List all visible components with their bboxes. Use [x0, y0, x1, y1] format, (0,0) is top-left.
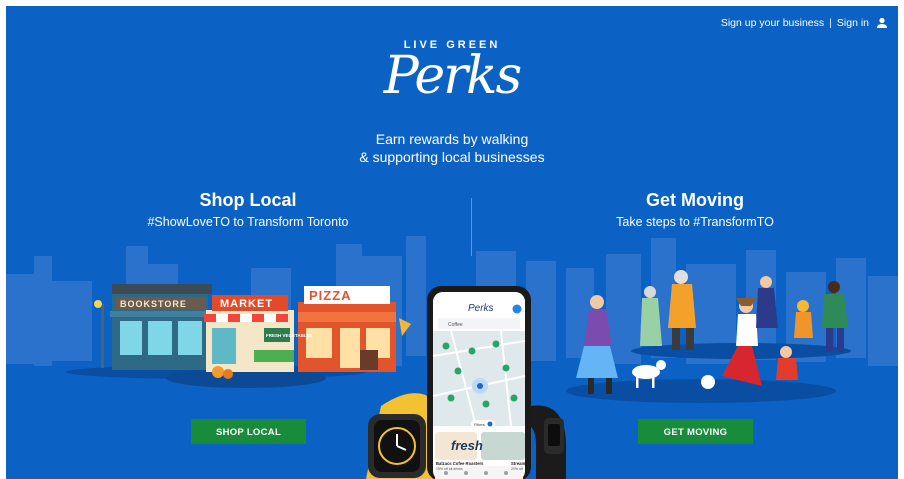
phone-card2-sub: 20% off: [511, 467, 523, 471]
get-moving-title: Get Moving: [646, 190, 744, 210]
phone-filter-chip: Filters: [474, 422, 485, 427]
signin-link[interactable]: Sign in: [837, 17, 869, 29]
fresh-sign: FRESH VEGETABLES: [266, 333, 313, 338]
market-sign: MARKET: [220, 298, 273, 310]
shop-local-title: Shop Local: [199, 190, 297, 210]
user-icon[interactable]: [876, 17, 888, 29]
phone-card2-title: Stream: [511, 461, 525, 466]
get-moving-subtitle: Take steps to #TransformTO: [616, 215, 774, 229]
brand-perks-logo: Perks: [383, 46, 522, 106]
phone-card1-sub: 15% off all drinks: [436, 467, 463, 471]
phone-search-text: Coffee: [448, 322, 463, 328]
hero-banner: BOOKSTORE MARKET PIZZA FRESH VEGETABLES: [6, 6, 898, 479]
shop-local-subtitle: #ShowLoveTO to Transform Toronto: [147, 215, 349, 229]
tagline-line-1: Earn rewards by walking: [375, 131, 529, 147]
pizza-sign: PIZZA: [309, 288, 352, 303]
get-moving-button[interactable]: GET MOVING: [638, 419, 753, 444]
fitness-band-illustration: [526, 405, 566, 479]
signup-link[interactable]: Sign up your business: [721, 17, 824, 29]
bookstore-sign: BOOKSTORE: [120, 299, 187, 309]
nav-separator: |: [829, 17, 832, 29]
top-nav: Sign up your business | Sign in: [721, 17, 888, 29]
column-divider: [471, 198, 472, 256]
phone-card1-title: Balzacs Cofee Roasters: [436, 461, 484, 466]
phone-app-title: Perks: [468, 303, 494, 314]
tagline-line-2: & supporting local businesses: [359, 149, 545, 165]
shop-local-button[interactable]: SHOP LOCAL: [191, 419, 306, 444]
phone-card-brand: fresh: [451, 438, 483, 453]
hero-tagline: Earn rewards by walking & supporting loc…: [6, 130, 898, 166]
